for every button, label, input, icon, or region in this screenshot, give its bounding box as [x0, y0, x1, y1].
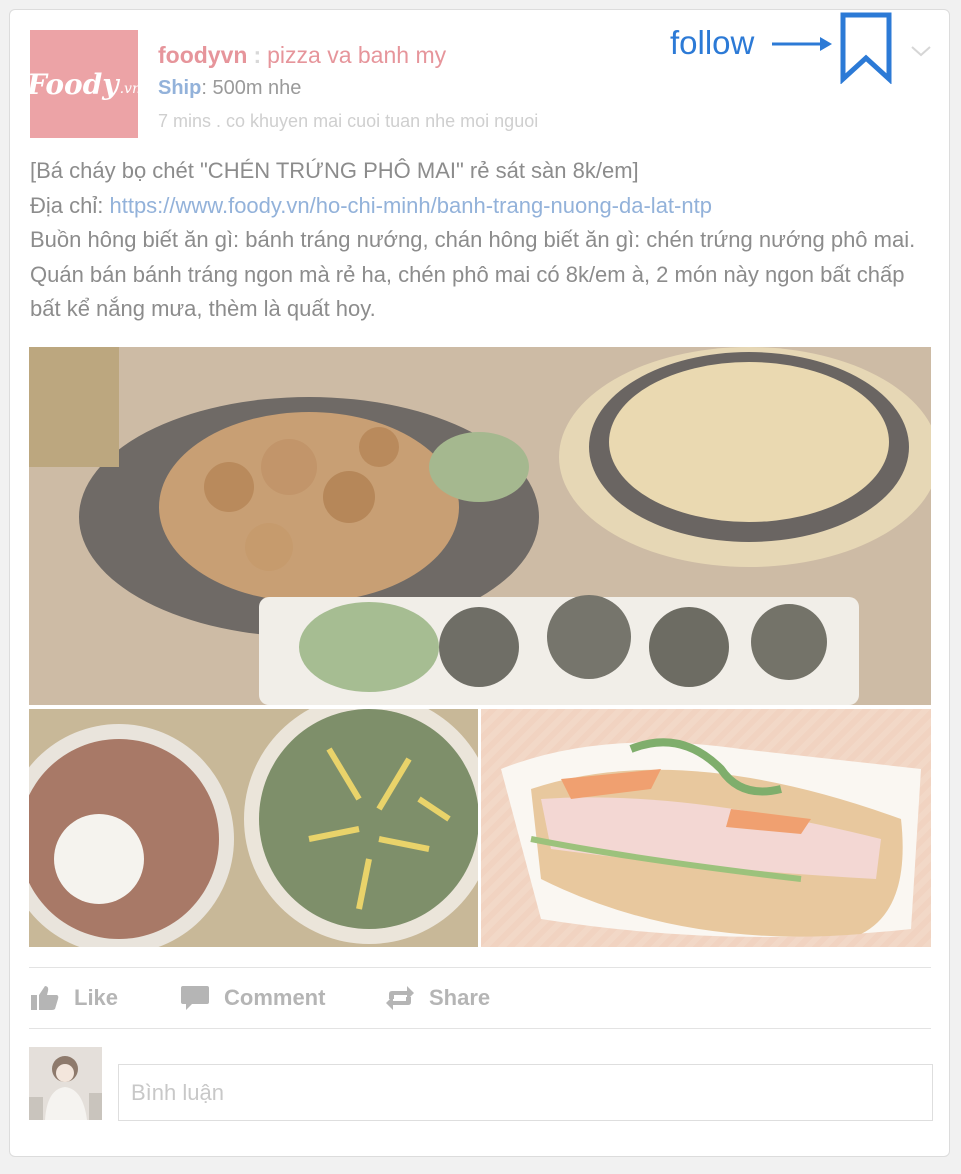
arrow-right-icon [772, 37, 832, 51]
foody-logo[interactable]: Foody .vn [27, 30, 141, 138]
ship-label: Ship [158, 77, 202, 99]
chevron-down-icon[interactable] [910, 44, 932, 58]
post-description: Buồn hông biết ăn gì: bánh tráng nướng, … [30, 227, 916, 321]
comment-input[interactable] [118, 1064, 933, 1121]
address-link[interactable]: https://www.foody.vn/ho-chi-minh/banh-tr… [109, 193, 711, 218]
like-button[interactable]: Like [30, 980, 118, 1016]
comment-label: Comment [224, 985, 326, 1010]
comment-button[interactable]: Comment [180, 980, 325, 1016]
share-arrows-icon [386, 986, 414, 1010]
post-title-line: [Bá cháy bọ chét "CHÉN TRỨNG PHÔ MAI" rẻ… [30, 158, 639, 183]
post-subtitle: pizza va banh my [267, 42, 447, 68]
post-card: Foody .vn foodyvn: pizza va banh my Ship: … [9, 9, 950, 1157]
food-platter-photo[interactable] [29, 347, 931, 705]
like-label: Like [74, 985, 119, 1010]
post-meta: 7 mins . co khuyen mai cuoi tuan nhe moi… [158, 111, 539, 131]
post-header-title: foodyvn: pizza va banh my [158, 42, 446, 69]
post-body: [Bá cháy bọ chét "CHÉN TRỨNG PHÔ MAI" rẻ… [30, 154, 935, 327]
avatar[interactable] [29, 1047, 102, 1120]
banh-mi-photo[interactable] [481, 709, 931, 947]
actions-top-divider [29, 967, 931, 968]
actions-bottom-divider [29, 1028, 931, 1029]
bookmark-icon[interactable] [840, 12, 892, 84]
post-address: Địa chỉ: https://www.foody.vn/ho-chi-min… [30, 189, 935, 224]
pizza-photo[interactable] [29, 709, 478, 947]
thumbs-up-icon [31, 986, 59, 1010]
title-separator: : [253, 42, 262, 68]
ship-value: : 500m nhe [201, 77, 302, 99]
share-label: Share [429, 985, 491, 1010]
speech-bubble-icon [181, 986, 209, 1010]
logo-text: Foody [27, 67, 119, 101]
address-label: Địa chỉ: [30, 192, 110, 218]
logo-suffix: .vn [119, 81, 141, 97]
author-name[interactable]: foodyvn [158, 42, 247, 68]
follow-label: follow [670, 24, 755, 61]
share-button[interactable]: Share [385, 980, 490, 1016]
ship-info: Ship: 500m nhe [158, 77, 301, 100]
